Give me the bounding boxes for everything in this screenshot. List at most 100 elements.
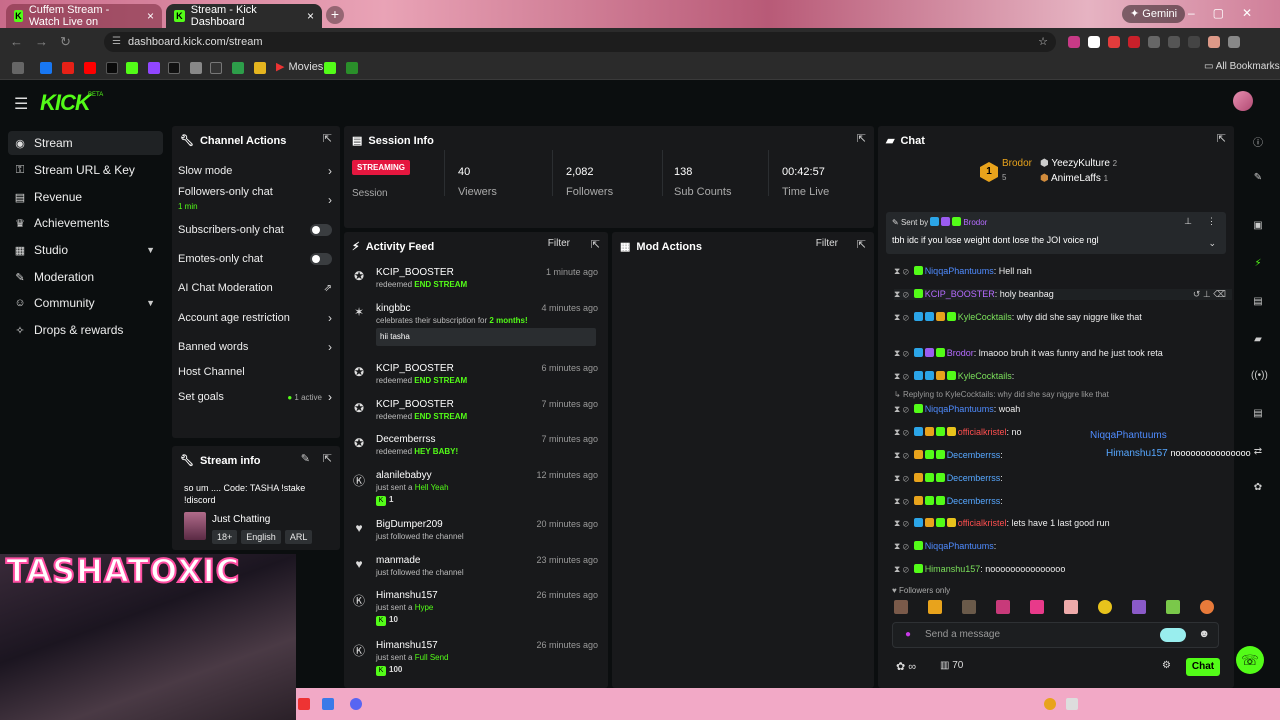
bolt-icon[interactable]: ⚡︎ [1251, 258, 1265, 272]
chat-message[interactable]: ⧗ ⊘ KyleCocktails: [894, 371, 1014, 382]
analytics-icon[interactable]: ⇄ [1251, 446, 1265, 460]
broadcast-icon[interactable]: ((•)) [1251, 370, 1268, 384]
leader-2[interactable]: ⬢ YeezyKulture 2 [1040, 158, 1117, 169]
edit-icon[interactable]: ✎ [301, 452, 310, 465]
browser-tab-1[interactable]: K Cuffem Stream - Watch Live on × [6, 4, 162, 28]
menu-icon[interactable] [1228, 36, 1240, 48]
chat-message[interactable]: ⧗ ⊘ KCIP_BOOSTER: holy beanbag ↺ ⊥ ⌫ [894, 289, 1232, 300]
app-icon[interactable] [322, 698, 334, 710]
leader-name[interactable]: Brodor [1002, 158, 1032, 169]
bookmark-icon[interactable] [62, 62, 74, 74]
sidebar-item-studio[interactable]: ▦ Studio ▼ [8, 238, 163, 262]
emote-bar[interactable] [894, 600, 1220, 614]
list-icon[interactable]: ▤ [1251, 408, 1265, 422]
extension-icon[interactable] [1160, 628, 1186, 642]
subscribers-only-toggle[interactable] [310, 224, 332, 236]
more-icon[interactable]: ⋮ [1207, 216, 1216, 227]
edit-icon[interactable]: ✎ [1251, 172, 1265, 186]
extension-icon[interactable] [1148, 36, 1160, 48]
twitch-icon[interactable] [148, 62, 160, 74]
message-actions[interactable]: ↺ ⊥ ⌫ [1193, 289, 1226, 300]
nav-buttons[interactable]: ←→↻ [10, 34, 83, 50]
chat-input[interactable]: ● Send a message ☻ [892, 622, 1219, 648]
kick-logo[interactable]: KICK [40, 90, 91, 116]
popout-icon[interactable]: ⇱ [323, 452, 332, 465]
filter-button[interactable]: Filter [548, 238, 570, 249]
support-icon[interactable]: ☏ [1236, 646, 1264, 674]
sidebar-item-community[interactable]: ☺ Community ▼ [8, 291, 163, 315]
followers-only-row[interactable]: Followers-only chat [178, 185, 332, 199]
chat-message[interactable]: ⧗ ⊘ Decemberrss: [894, 496, 1003, 507]
chat-message[interactable]: ⧗ ⊘ NiqqaPhantuums: [894, 541, 996, 552]
chat-message[interactable]: ⧗ ⊘ NiqqaPhantuums: woah [894, 404, 1020, 415]
sidebar-item-stream-url-key[interactable]: ⚿ Stream URL & Key [8, 158, 163, 182]
bookmark-icon[interactable] [254, 62, 266, 74]
chat-message[interactable]: ⧗ ⊘ officialkristel: lets have 1 last goo… [894, 518, 1110, 529]
chat-message[interactable]: ⧗ ⊘ KyleCocktails: why did she say niggre… [894, 312, 1142, 323]
extensions[interactable] [1068, 36, 1240, 48]
chevron-right-icon[interactable]: › [312, 190, 332, 210]
popout-icon[interactable]: ⇱ [591, 238, 600, 251]
bookmark-icon[interactable] [232, 62, 244, 74]
url-field[interactable]: ☰ dashboard.kick.com/stream ☆ [104, 32, 1056, 52]
gear-icon[interactable]: ⚙ [1162, 660, 1171, 671]
sidebar-item-revenue[interactable]: ▤ Revenue [8, 185, 163, 209]
mic-icon[interactable]: ● [905, 629, 911, 640]
settings-cog-icon[interactable]: ✿ ∞ [896, 660, 916, 673]
age-restriction-row[interactable]: Account age restriction › [178, 308, 332, 328]
popout-icon[interactable]: ⇱ [857, 132, 866, 145]
popout-icon[interactable]: ⇱ [857, 238, 866, 251]
hamburger-menu-icon[interactable]: ☰ [14, 94, 28, 114]
sidebar-item-drops-rewards[interactable]: ✧ Drops & rewards [8, 318, 163, 342]
settings-cog-icon[interactable]: ✿ [1251, 482, 1265, 496]
extension-icon[interactable] [1128, 36, 1140, 48]
extension-icon[interactable] [1088, 36, 1100, 48]
chat-message[interactable]: ⧗ ⊘ Himanshu157: nooooooooooooooo [894, 564, 1065, 575]
sidebar-item-moderation[interactable]: ✎ Moderation [8, 265, 163, 289]
chat-message[interactable]: ⧗ ⊘ Brodor: lmaooo bruh it was funny and … [894, 348, 1163, 359]
discord-icon[interactable] [350, 698, 362, 710]
emotes-only-toggle[interactable] [310, 253, 332, 265]
site-info-icon[interactable]: ☰ [112, 32, 121, 52]
close-icon[interactable]: × [307, 9, 314, 23]
sidebar-item-stream[interactable]: ◉ Stream [8, 131, 163, 155]
emoji-icon[interactable]: ☻ [1198, 628, 1210, 640]
bookmark-icon[interactable] [346, 62, 358, 74]
popout-icon[interactable]: ⇱ [323, 132, 332, 145]
bookmark-movies[interactable]: ▶ Movies [276, 60, 323, 74]
chat-message[interactable]: ⧗ ⊘ officialkristel: no [894, 427, 1022, 438]
bookmark-icon[interactable] [190, 62, 202, 74]
chat-message[interactable]: ⧗ ⊘ Decemberrss: [894, 450, 1003, 461]
bookmark-icon[interactable] [210, 62, 222, 74]
pin-icon[interactable]: ⊥ [1184, 216, 1192, 227]
set-goals-row[interactable]: Set goals ● 1 active › [178, 387, 332, 407]
banned-words-row[interactable]: Banned words › [178, 337, 332, 357]
new-tab-button[interactable]: + [326, 6, 344, 24]
gemini-button[interactable]: ✦ Gemini [1122, 5, 1186, 23]
host-channel-row[interactable]: Host Channel [178, 362, 332, 382]
chevron-down-icon[interactable]: ⌄ [1208, 238, 1216, 249]
document-icon[interactable]: ▤ [1251, 296, 1265, 310]
chat-icon[interactable]: ▰ [1251, 334, 1265, 348]
info-icon[interactable]: ⓘ [1251, 134, 1265, 149]
avatar[interactable] [1233, 91, 1253, 111]
window-controls[interactable]: –▢✕ [1188, 6, 1270, 20]
reply-context[interactable]: ↳ Replying to KyleCocktails: why did she… [894, 390, 1109, 399]
extension-icon[interactable] [1188, 36, 1200, 48]
bookmark-icon[interactable] [106, 62, 118, 74]
bookmark-icon[interactable] [12, 62, 24, 74]
close-icon[interactable]: × [147, 9, 154, 23]
weather-icon[interactable] [1044, 698, 1056, 710]
bookmark-star-icon[interactable]: ☆ [1038, 32, 1048, 52]
sidebar-item-achievements[interactable]: ♛ Achievements [8, 211, 163, 235]
facebook-icon[interactable] [40, 62, 52, 74]
chat-message[interactable]: ⧗ ⊘ Decemberrss: [894, 473, 1003, 484]
youtube-icon[interactable] [84, 62, 96, 74]
x-icon[interactable] [168, 62, 180, 74]
send-chat-button[interactable]: Chat [1186, 658, 1220, 676]
app-icon[interactable] [298, 698, 310, 710]
leader-3[interactable]: ⬢ AnimeLaffs 1 [1040, 173, 1108, 184]
bookmark-icon[interactable] [324, 62, 336, 74]
extension-icon[interactable] [1168, 36, 1180, 48]
popout-icon[interactable]: ⇱ [1217, 132, 1226, 145]
